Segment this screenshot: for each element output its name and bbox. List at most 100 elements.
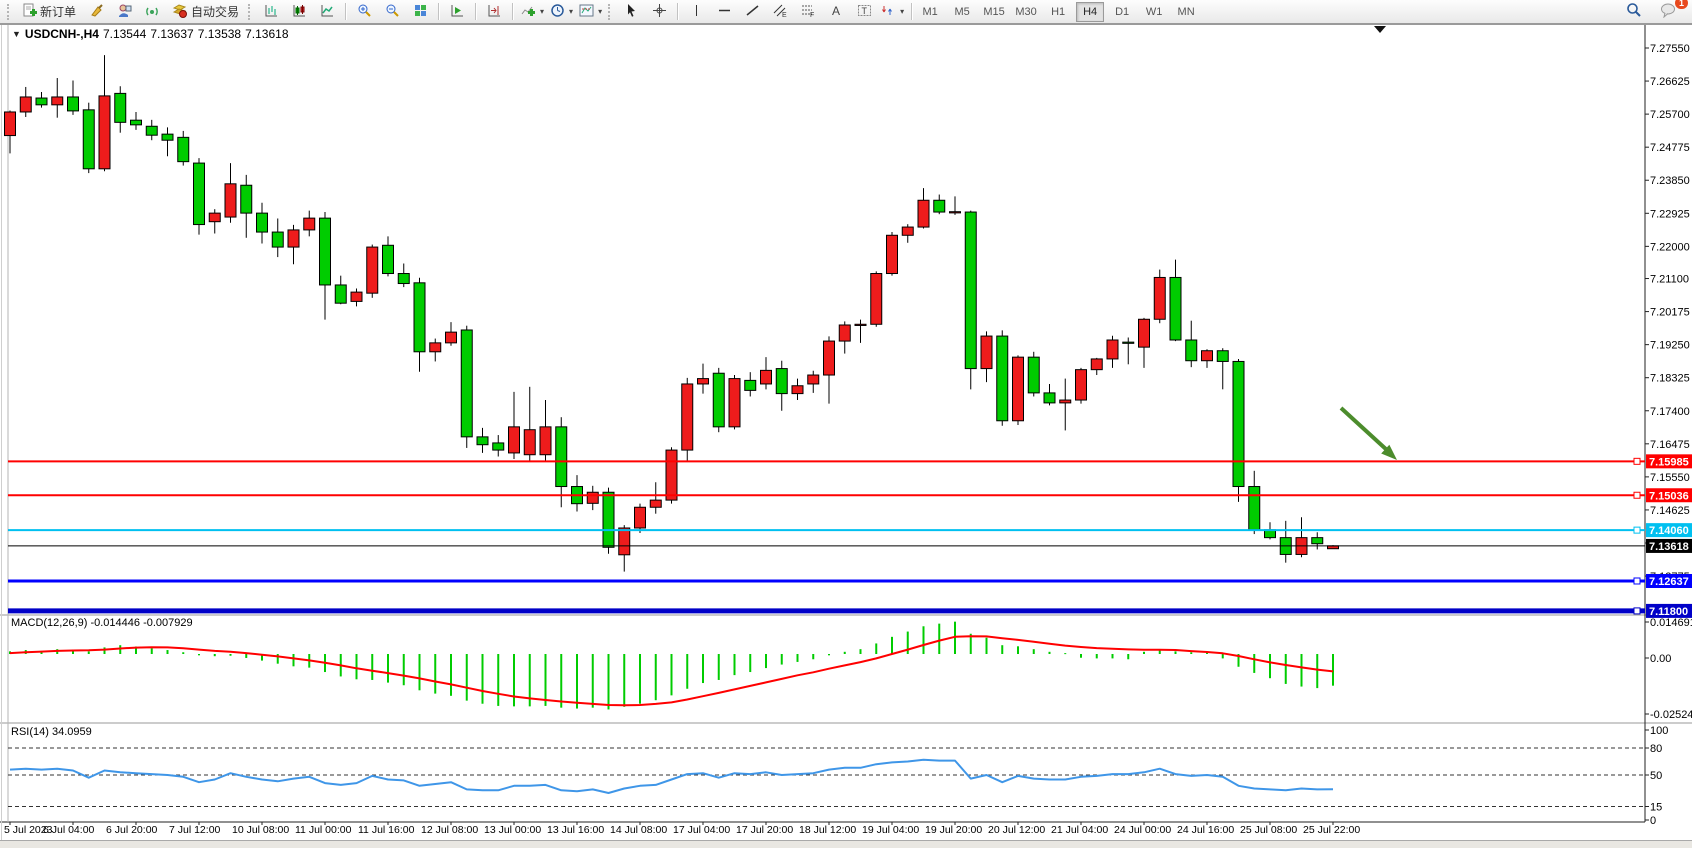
bull-candle (587, 492, 598, 503)
svg-text:7.17400: 7.17400 (1650, 406, 1690, 418)
svg-text:20 Jul 12:00: 20 Jul 12:00 (988, 824, 1045, 836)
svg-text:15: 15 (1650, 802, 1662, 814)
macd-bar (1112, 654, 1114, 658)
price-tag: 7.14060 (1646, 523, 1692, 537)
macd-bar (371, 654, 373, 680)
bull-candle (635, 507, 646, 528)
horizontal-line-object[interactable] (8, 608, 1645, 614)
bear-candle (414, 283, 425, 352)
bull-candle (839, 325, 850, 341)
bull-candle (918, 200, 929, 227)
bear-candle (162, 134, 173, 140)
bear-candle (383, 245, 394, 273)
bear-candle (1312, 538, 1323, 544)
macd-bar (749, 654, 751, 672)
svg-text:24 Jul 16:00: 24 Jul 16:00 (1177, 824, 1234, 836)
bull-candle (824, 341, 835, 375)
ohlc-open: 7.13544 (103, 27, 146, 41)
macd-bar (639, 654, 641, 704)
bear-candle (1217, 351, 1228, 362)
bull-candle (446, 332, 457, 343)
macd-bar (1017, 646, 1019, 654)
macd-bar (592, 654, 594, 708)
bull-candle (509, 427, 520, 453)
macd-bar (356, 654, 358, 679)
bull-candle (666, 450, 677, 500)
macd-bar (88, 651, 90, 654)
macd-bar (1301, 654, 1303, 687)
macd-bar (245, 654, 247, 658)
macd-bar (1253, 654, 1255, 673)
status-strip (0, 840, 1692, 848)
svg-text:7.16475: 7.16475 (1650, 439, 1690, 451)
chart-title: ▼ USDCNH-,H4 7.13544 7.13637 7.13538 7.1… (12, 27, 289, 41)
macd-bar (497, 654, 499, 706)
bear-candle (1249, 487, 1260, 530)
macd-bar (860, 649, 862, 654)
macd-bar (608, 654, 610, 709)
bull-candle (650, 500, 661, 507)
bear-candle (194, 163, 205, 224)
bear-candle (272, 232, 283, 247)
svg-text:19 Jul 20:00: 19 Jul 20:00 (925, 824, 982, 836)
macd-bar (545, 654, 547, 706)
svg-text:7.14625: 7.14625 (1650, 505, 1690, 517)
svg-text:14 Jul 08:00: 14 Jul 08:00 (610, 824, 667, 836)
bull-candle (682, 384, 693, 450)
svg-text:7.12637: 7.12637 (1649, 576, 1689, 588)
bull-candle (808, 375, 819, 384)
macd-bar (104, 647, 106, 654)
svg-text:13 Jul 00:00: 13 Jul 00:00 (484, 824, 541, 836)
bull-candle (209, 213, 220, 222)
svg-text:-0.02524: -0.02524 (1650, 709, 1692, 721)
bull-candle (540, 427, 551, 455)
svg-text:7.11800: 7.11800 (1649, 606, 1688, 618)
svg-text:7.22000: 7.22000 (1650, 241, 1690, 253)
bull-candle (20, 97, 31, 112)
bear-candle (83, 110, 94, 169)
svg-text:7.27550: 7.27550 (1650, 43, 1690, 55)
time-axis[interactable]: 5 Jul 20236 Jul 04:006 Jul 20:007 Jul 12… (4, 822, 1360, 836)
bull-candle (367, 247, 378, 293)
chart-canvas[interactable]: 7.275507.266257.257007.247757.238507.229… (0, 0, 1692, 848)
macd-bar (576, 654, 578, 709)
macd-bar (1190, 652, 1192, 654)
macd-bar (1316, 654, 1318, 688)
bear-candle (556, 427, 567, 487)
bull-candle (1060, 400, 1071, 403)
bull-candle (52, 97, 63, 105)
price-tag: 7.13618 (1646, 539, 1692, 553)
bull-candle (1091, 359, 1102, 370)
bear-candle (713, 373, 724, 427)
bull-candle (619, 528, 630, 555)
svg-text:7.13618: 7.13618 (1649, 541, 1689, 553)
macd-bar (1049, 652, 1051, 654)
svg-text:19 Jul 04:00: 19 Jul 04:00 (862, 824, 919, 836)
price-tag: 7.12637 (1646, 574, 1692, 588)
macd-bar (828, 654, 830, 655)
bull-candle (351, 292, 362, 301)
rsi-indicator-label: RSI(14) 34.0959 (11, 726, 92, 738)
svg-text:50: 50 (1650, 770, 1662, 782)
macd-bar (403, 654, 405, 685)
chart-menu-arrow[interactable]: ▼ (12, 29, 21, 39)
macd-bar (434, 654, 436, 694)
bull-candle (1202, 351, 1213, 361)
svg-text:12 Jul 08:00: 12 Jul 08:00 (421, 824, 478, 836)
macd-bar (1143, 652, 1145, 654)
macd-bar (781, 654, 783, 665)
svg-text:7.15985: 7.15985 (1649, 456, 1689, 468)
bear-candle (965, 212, 976, 369)
bull-candle (5, 112, 16, 136)
bear-candle (320, 218, 331, 285)
bear-candle (997, 336, 1008, 421)
svg-text:17 Jul 04:00: 17 Jul 04:00 (673, 824, 730, 836)
bear-candle (241, 185, 252, 213)
svg-text:0.014691: 0.014691 (1650, 617, 1692, 629)
macd-bar (1080, 654, 1082, 658)
bear-candle (257, 213, 268, 232)
bear-candle (934, 200, 945, 212)
svg-text:24 Jul 00:00: 24 Jul 00:00 (1114, 824, 1171, 836)
bull-candle (855, 324, 866, 325)
macd-bar (1033, 649, 1035, 654)
